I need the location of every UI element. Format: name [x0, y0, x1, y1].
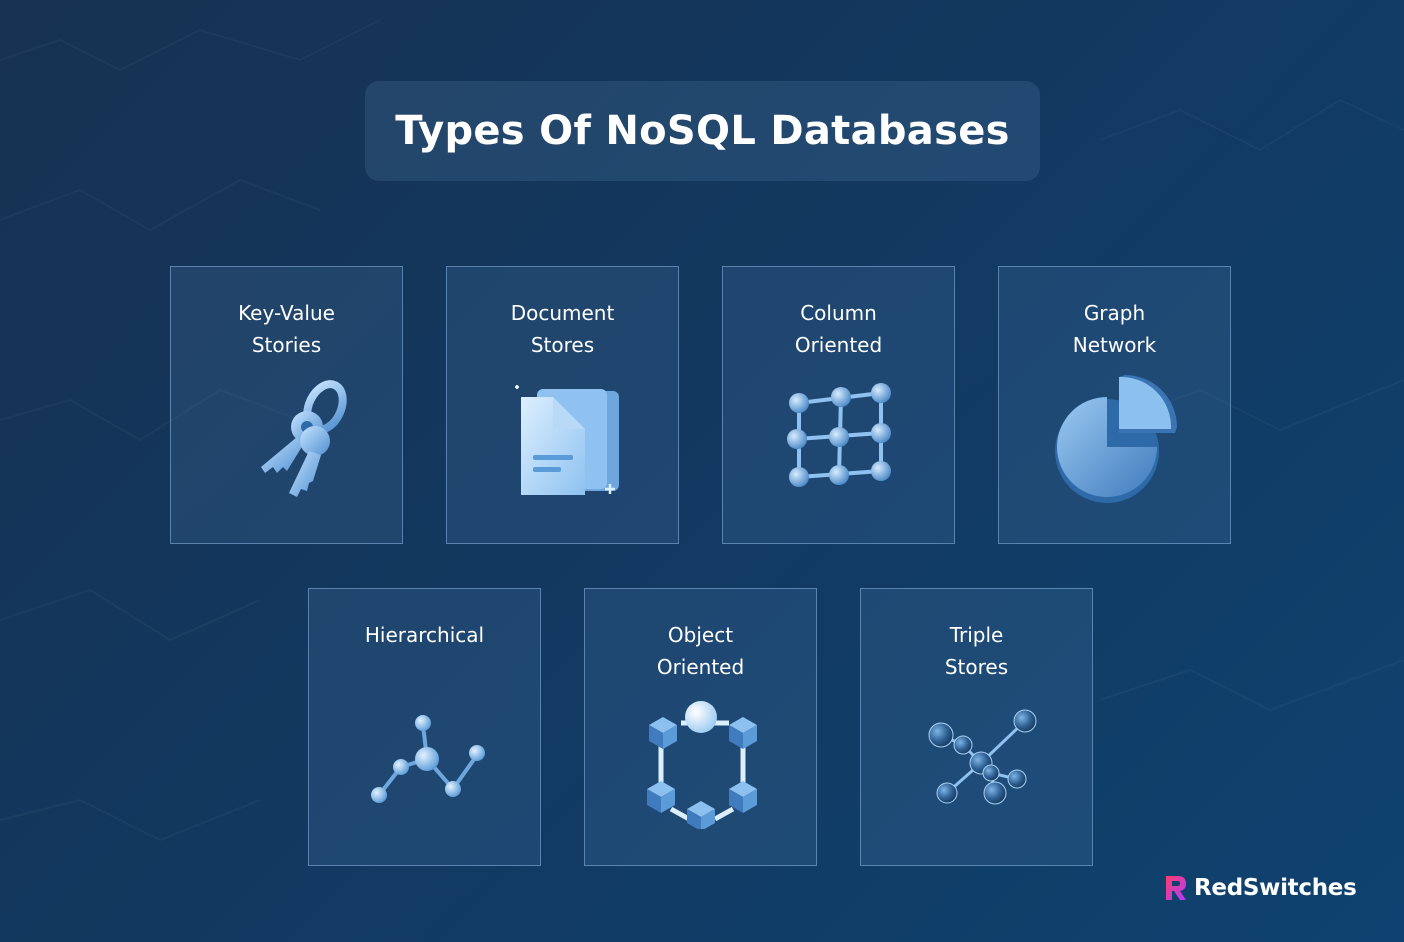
card-label-line1: Column — [800, 301, 877, 325]
card-graph-network: Graph Network — [998, 266, 1231, 544]
title-banner: Types Of NoSQL Databases — [365, 81, 1040, 181]
brand-name: RedSwitches — [1194, 875, 1357, 901]
card-label-line1: Triple — [949, 623, 1004, 647]
card-label-line2: Stores — [944, 655, 1009, 679]
sphere-network-icon — [928, 709, 1037, 805]
card-label-line1: Key-Value — [238, 301, 335, 325]
cube-ring-icon — [647, 701, 757, 829]
brand-logo: RedSwitches — [1164, 872, 1357, 904]
page-title: Types Of NoSQL Databases — [395, 108, 1010, 154]
card-label: Object Oriented — [585, 619, 816, 683]
card-label-line2: Oriented — [794, 333, 883, 357]
card-label: Graph Network — [999, 297, 1230, 361]
redswitches-logo-icon — [1166, 876, 1186, 900]
card-label-line1: Graph — [1083, 301, 1146, 325]
card-label: Hierarchical — [309, 619, 540, 651]
card-label: Key-Value Stories — [171, 297, 402, 361]
card-object-oriented: Object Oriented — [584, 588, 817, 866]
card-triple-stores: Triple Stores — [860, 588, 1093, 866]
document-icon — [515, 385, 619, 495]
keys-icon — [261, 380, 347, 497]
card-document: Document Stores — [446, 266, 679, 544]
card-label: Column Oriented — [723, 297, 954, 361]
card-label: Document Stores — [447, 297, 678, 361]
card-label-line2: Network — [1072, 333, 1157, 357]
card-label: Triple Stores — [861, 619, 1092, 683]
card-key-value: Key-Value Stories — [170, 266, 403, 544]
card-label-line2: Stories — [251, 333, 322, 357]
molecule-icon — [371, 715, 485, 803]
pie-chart-icon — [1055, 375, 1177, 503]
card-label-line1: Document — [510, 301, 615, 325]
card-hierarchical: Hierarchical — [308, 588, 541, 866]
card-label-line1: Hierarchical — [364, 623, 485, 647]
card-label-line2: Stores — [530, 333, 595, 357]
card-label-line2: Oriented — [656, 655, 745, 679]
card-column-oriented: Column Oriented — [722, 266, 955, 544]
card-label-line1: Object — [667, 623, 734, 647]
grid-nodes-icon — [787, 383, 891, 487]
